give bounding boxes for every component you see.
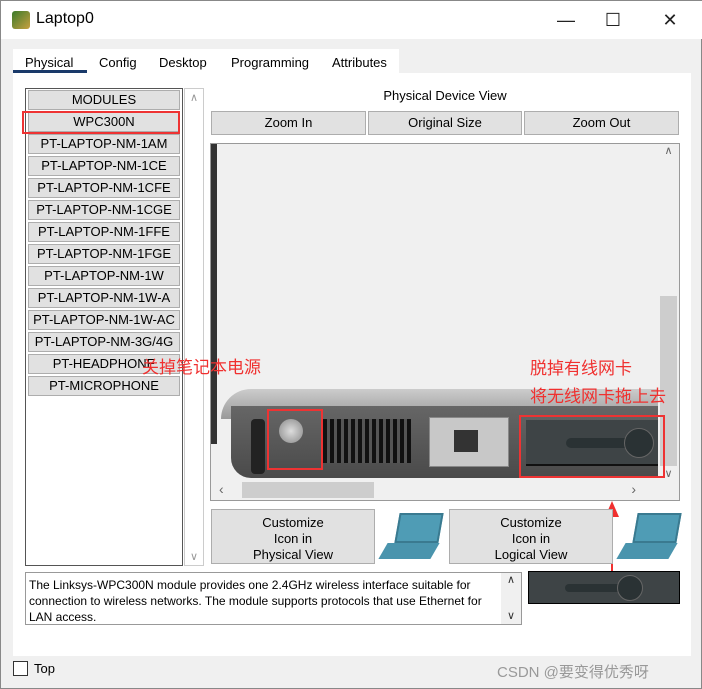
module-item[interactable]: PT-LAPTOP-NM-1W-AC bbox=[28, 310, 180, 330]
module-item[interactable]: PT-LAPTOP-NM-1AM bbox=[28, 134, 180, 154]
description-scrollbar[interactable]: ∧ ∨ bbox=[501, 573, 521, 624]
maximize-button[interactable]: ☐ bbox=[590, 5, 636, 35]
module-item[interactable]: PT-LAPTOP-NM-1FGE bbox=[28, 244, 180, 264]
module-item[interactable]: PT-LAPTOP-NM-1W-A bbox=[28, 288, 180, 308]
laptop-icon-logical bbox=[616, 513, 682, 561]
module-item[interactable]: PT-LAPTOP-NM-3G/4G bbox=[28, 332, 180, 352]
annotation-remove: 脱掉有线网卡 bbox=[530, 359, 632, 378]
top-checkbox[interactable] bbox=[13, 661, 28, 676]
highlight-wpc300n bbox=[22, 111, 180, 134]
laptop-icon-physical bbox=[378, 513, 444, 561]
annotation-power: 关掉笔记本电源 bbox=[142, 358, 261, 377]
top-checkbox-label: Top bbox=[34, 661, 55, 676]
module-item[interactable]: PT-LAPTOP-NM-1CGE bbox=[28, 200, 180, 220]
module-image bbox=[528, 571, 680, 604]
zoom-out-button[interactable]: Zoom Out bbox=[524, 111, 679, 135]
tab-programming[interactable]: Programming bbox=[231, 55, 309, 70]
close-button[interactable]: ✕ bbox=[647, 5, 693, 35]
module-item[interactable]: PT-LAPTOP-NM-1W bbox=[28, 266, 180, 286]
ethernet-module[interactable] bbox=[429, 417, 509, 467]
app-icon bbox=[12, 11, 30, 29]
tab-attributes[interactable]: Attributes bbox=[332, 55, 387, 70]
power-cable bbox=[251, 419, 265, 474]
modules-scrollbar[interactable]: ∧ ∨ bbox=[184, 88, 204, 566]
highlight-power-button bbox=[267, 409, 323, 470]
watermark: CSDN @要变得优秀呀 bbox=[497, 664, 649, 681]
tab-config[interactable]: Config bbox=[99, 55, 137, 70]
module-item[interactable]: PT-LAPTOP-NM-1FFE bbox=[28, 222, 180, 242]
annotation-drag: 将无线网卡拖上去 bbox=[530, 387, 666, 406]
module-item[interactable]: PT-LAPTOP-NM-1CE bbox=[28, 156, 180, 176]
tab-physical[interactable]: Physical bbox=[25, 55, 73, 70]
horizontal-scrollbar[interactable]: ‹ › bbox=[211, 480, 658, 500]
customize-logical-button[interactable]: Customize Icon in Logical View bbox=[449, 509, 613, 564]
customize-physical-button[interactable]: Customize Icon in Physical View bbox=[211, 509, 375, 564]
tab-bar: Physical Config Desktop Programming Attr… bbox=[13, 49, 399, 74]
device-edge bbox=[211, 144, 217, 444]
title-bar: Laptop0 — ☐ ✕ bbox=[1, 1, 702, 39]
original-size-button[interactable]: Original Size bbox=[368, 111, 522, 135]
modules-header: MODULES bbox=[28, 90, 180, 110]
module-item[interactable]: PT-MICROPHONE bbox=[28, 376, 180, 396]
view-title: Physical Device View bbox=[383, 88, 507, 103]
vent-grille bbox=[323, 419, 411, 463]
module-description: The Linksys-WPC300N module provides one … bbox=[25, 572, 522, 625]
module-item[interactable]: PT-LAPTOP-NM-1CFE bbox=[28, 178, 180, 198]
tab-desktop[interactable]: Desktop bbox=[159, 55, 207, 70]
highlight-module-slot bbox=[519, 415, 665, 478]
minimize-button[interactable]: — bbox=[543, 5, 589, 35]
window-title: Laptop0 bbox=[36, 10, 94, 27]
modules-list: MODULES WPC300N PT-LAPTOP-NM-1AM PT-LAPT… bbox=[25, 88, 183, 566]
zoom-in-button[interactable]: Zoom In bbox=[211, 111, 366, 135]
